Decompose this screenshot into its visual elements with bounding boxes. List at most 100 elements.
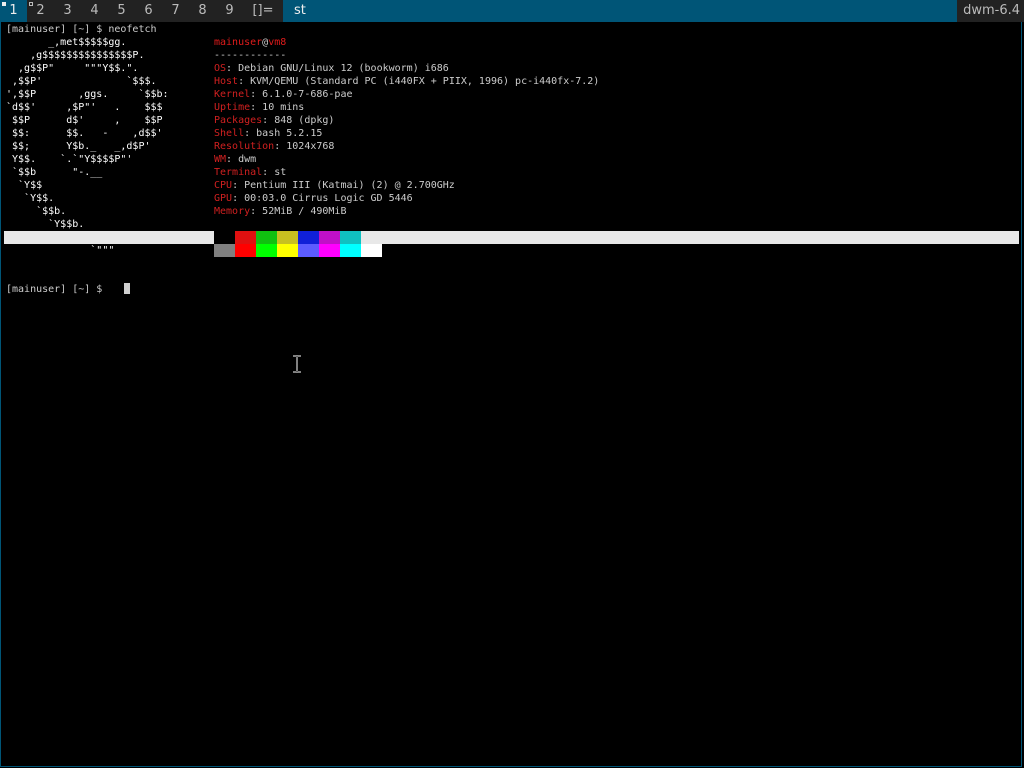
info-separator: : <box>274 141 287 152</box>
info-separator: : <box>250 102 263 113</box>
neofetch-header: mainuser@vm8 <box>214 36 286 49</box>
info-separator: : <box>244 128 257 139</box>
logo-line: `$$b. <box>6 206 67 217</box>
palette-color-block <box>319 231 340 244</box>
info-separator: : <box>232 180 245 191</box>
palette-color-block <box>235 244 256 257</box>
tag-5[interactable]: 5 <box>108 0 135 22</box>
tag-label: 2 <box>36 3 45 18</box>
tag-label: 1 <box>9 3 18 18</box>
layout-symbol[interactable]: []= <box>243 0 283 22</box>
palette-color-block <box>340 244 361 257</box>
palette-color-block <box>361 244 382 257</box>
tag-label: 6 <box>144 3 153 18</box>
logo-line: `d$$' ,$P"' . $$$ <box>6 102 163 113</box>
selection-strip <box>4 231 1019 244</box>
info-value: bash 5.2.15 <box>256 128 323 139</box>
logo-line: $$: $$. - ,d$$' <box>6 128 163 139</box>
info-value: 848 (dpkg) <box>274 115 335 126</box>
tag-4[interactable]: 4 <box>81 0 108 22</box>
info-key: Uptime <box>214 102 251 113</box>
info-key: Packages <box>214 115 263 126</box>
palette-color-block <box>298 231 319 244</box>
tag-label: 3 <box>63 3 72 18</box>
info-value: dwm <box>238 154 257 165</box>
header-user: mainuser <box>214 37 263 48</box>
tag-9[interactable]: 9 <box>216 0 243 22</box>
tag-6[interactable]: 6 <box>135 0 162 22</box>
tag-label: 7 <box>171 3 180 18</box>
info-value: 10 mins <box>262 102 305 113</box>
info-line-gpu: GPU: 00:03.0 Cirrus Logic GD 5446 <box>214 192 413 205</box>
logo-line: $$P d$' , $$P <box>6 115 163 126</box>
info-key: OS <box>214 63 227 74</box>
info-separator: : <box>226 154 239 165</box>
prompt-line: [mainuser] [~] $ neofetch <box>6 24 157 35</box>
window-title: st <box>283 0 958 22</box>
palette-color-block <box>298 244 319 257</box>
status-text: dwm-6.4 <box>957 0 1024 22</box>
tag-label: 4 <box>90 3 99 18</box>
info-line-shell: Shell: bash 5.2.15 <box>214 127 322 140</box>
tag-label: 8 <box>198 3 207 18</box>
info-line-memory: Memory: 52MiB / 490MiB <box>214 205 346 218</box>
info-line-packages: Packages: 848 (dpkg) <box>214 114 334 127</box>
dwm-bar: 1 2 3 4 5 6 7 8 9 []= st dwm-6.4 <box>0 0 1024 22</box>
logo-line: `Y$$ <box>6 180 43 191</box>
logo-line: ',$$P ,ggs. `$$b: <box>6 89 169 100</box>
info-separator: : <box>250 89 263 100</box>
logo-line: ,g$$P" """Y$$.". <box>6 63 139 74</box>
occupied-indicator-icon <box>29 2 33 6</box>
tag-8[interactable]: 8 <box>189 0 216 22</box>
info-key: CPU <box>214 180 233 191</box>
info-value: 1024x768 <box>286 141 335 152</box>
header-host: vm8 <box>268 37 287 48</box>
tag-label: 9 <box>225 3 234 18</box>
palette-color-block <box>361 231 382 244</box>
info-line-host: Host: KVM/QEMU (Standard PC (i440FX + PI… <box>214 75 599 88</box>
info-key: Resolution <box>214 141 275 152</box>
info-key: Memory <box>214 206 251 217</box>
info-line-os: OS: Debian GNU/Linux 12 (bookworm) i686 <box>214 62 449 75</box>
logo-line: ,g$$$$$$$$$$$$$$$P. <box>6 50 145 61</box>
palette-color-block <box>277 244 298 257</box>
info-key: Host <box>214 76 239 87</box>
palette-color-block <box>340 231 361 244</box>
palette-color-block <box>214 244 235 257</box>
info-key: Terminal <box>214 167 263 178</box>
info-key: Shell <box>214 128 245 139</box>
prompt-line-current: [mainuser] [~] $ <box>6 284 109 295</box>
tag-7[interactable]: 7 <box>162 0 189 22</box>
info-value: 00:03.0 Cirrus Logic GD 5446 <box>244 193 413 204</box>
occupied-indicator-icon <box>2 2 6 6</box>
info-line-cpu: CPU: Pentium III (Katmai) (2) @ 2.700GHz <box>214 179 455 192</box>
logo-line: ,$$P' `$$$. <box>6 76 157 87</box>
tag-list: 1 2 3 4 5 6 7 8 9 <box>0 0 243 22</box>
logo-line: $$; Y$b._ _,d$P' <box>6 141 151 152</box>
info-line-uptime: Uptime: 10 mins <box>214 101 304 114</box>
palette-color-block <box>214 231 235 244</box>
terminal-window[interactable]: [mainuser] [~] $ neofetch _,met$$$$$gg. … <box>0 22 1022 767</box>
info-value: 52MiB / 490MiB <box>262 206 347 217</box>
ibeam-cursor-icon <box>293 355 301 373</box>
tag-3[interactable]: 3 <box>54 0 81 22</box>
text-cursor <box>124 283 130 294</box>
info-line-terminal: Terminal: st <box>214 166 286 179</box>
logo-line: _,met$$$$$gg. <box>6 37 127 48</box>
tag-2[interactable]: 2 <box>27 0 54 22</box>
info-separator: : <box>262 115 275 126</box>
palette-color-block <box>235 231 256 244</box>
tag-1[interactable]: 1 <box>0 0 27 22</box>
info-separator: : <box>232 193 245 204</box>
info-line-kernel: Kernel: 6.1.0-7-686-pae <box>214 88 352 101</box>
info-key: GPU <box>214 193 233 204</box>
info-value: Pentium III (Katmai) (2) @ 2.700GHz <box>244 180 455 191</box>
palette-color-block <box>256 231 277 244</box>
info-value: KVM/QEMU (Standard PC (i440FX + PIIX, 19… <box>250 76 600 87</box>
palette-color-block <box>319 244 340 257</box>
info-separator: : <box>238 76 251 87</box>
info-value: st <box>274 167 287 178</box>
info-line-wm: WM: dwm <box>214 153 256 166</box>
info-value: Debian GNU/Linux 12 (bookworm) i686 <box>238 63 449 74</box>
logo-line: `Y$$. <box>6 193 55 204</box>
